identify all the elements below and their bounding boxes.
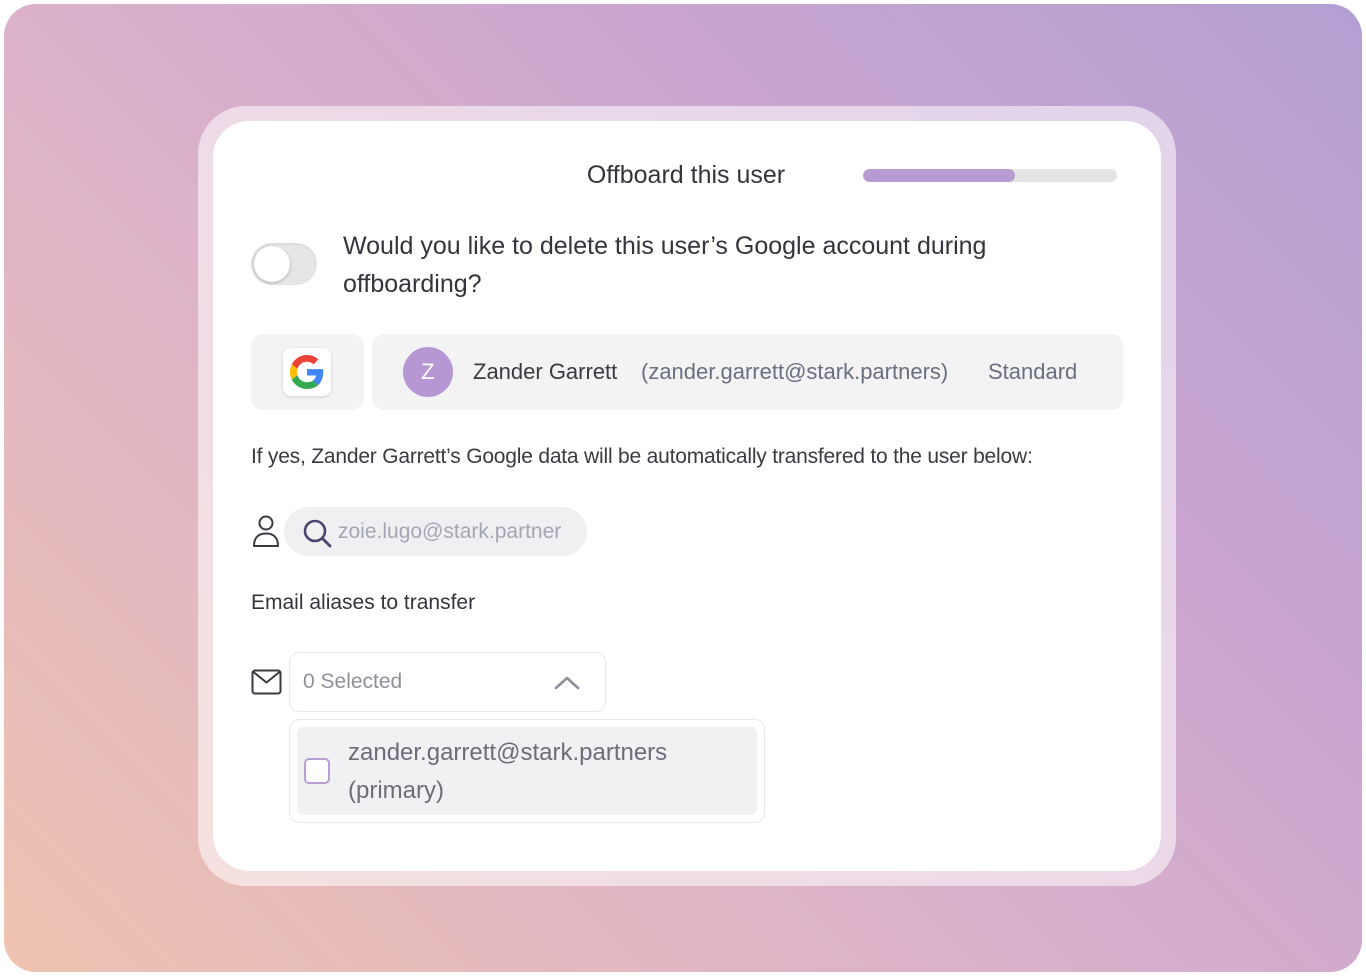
alias-option-checkbox[interactable]	[304, 758, 330, 784]
user-summary-row: Z Zander Garrett (zander.garrett@stark.p…	[372, 334, 1123, 410]
aliases-selected-count: 0 Selected	[303, 670, 403, 693]
mail-icon	[251, 669, 282, 695]
recipient-search-input[interactable]	[338, 507, 587, 556]
user-name: Zander Garrett	[473, 359, 618, 384]
chevron-up-icon[interactable]	[553, 673, 581, 693]
aliases-dropdown-menu: zander.garrett@stark.partners (primary)	[289, 719, 765, 823]
avatar: Z	[403, 347, 453, 397]
alias-option[interactable]: zander.garrett@stark.partners (primary)	[297, 727, 757, 815]
search-icon	[303, 519, 332, 548]
recipient-search[interactable]	[284, 507, 587, 556]
person-icon	[253, 515, 279, 547]
transfer-info-text: If yes, Zander Garrett’s Google data wil…	[251, 445, 1033, 468]
page-title: Offboard this user	[586, 161, 786, 189]
user-email: (zander.garrett@stark.partners)	[641, 359, 949, 384]
aliases-select[interactable]: 0 Selected	[289, 652, 606, 712]
progress-bar	[863, 169, 1117, 182]
delete-account-toggle[interactable]	[251, 243, 317, 285]
background-gradient: Offboard this user Would you like to del…	[4, 4, 1362, 972]
progress-bar-fill	[863, 169, 1016, 182]
alias-option-label: zander.garrett@stark.partners (primary)	[348, 739, 668, 804]
provider-tile	[251, 334, 364, 410]
user-role: Standard	[988, 359, 1078, 384]
offboard-dialog: Offboard this user Would you like to del…	[213, 121, 1161, 871]
google-logo-icon	[283, 348, 331, 396]
toggle-knob	[254, 246, 290, 282]
email-aliases-label: Email aliases to transfer	[251, 591, 476, 614]
delete-account-question: Would you like to delete this user’s Goo…	[343, 232, 987, 298]
